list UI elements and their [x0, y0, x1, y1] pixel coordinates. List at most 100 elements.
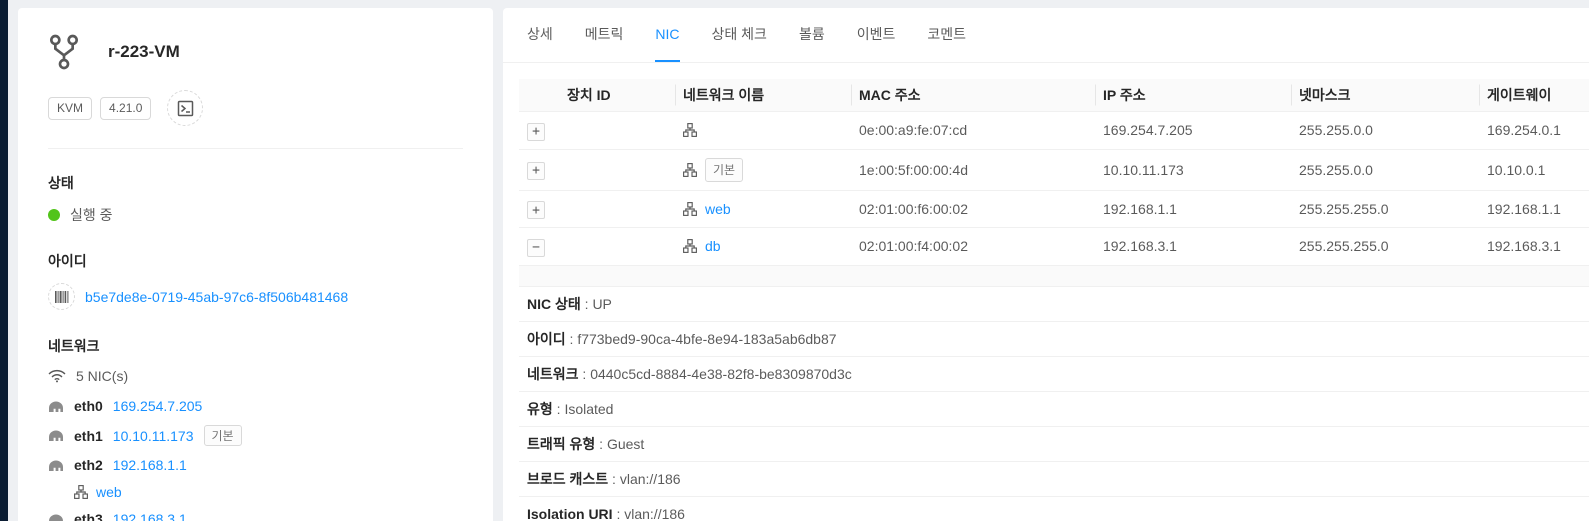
cell-mac: 1e:00:5f:00:00:4d [851, 149, 1095, 190]
detail-tabs: 상세 메트릭 NIC 상태 체크 볼륨 이벤트 코멘트 [503, 8, 1589, 63]
cell-netmask: 255.255.255.0 [1291, 228, 1479, 266]
cell-mac: 0e:00:a9:fe:07:cd [851, 112, 1095, 150]
wifi-icon [48, 369, 66, 383]
cell-gateway: 192.168.3.1 [1479, 228, 1589, 266]
col-netmask: 넷마스크 [1291, 79, 1479, 112]
nic-list-item: eth1 10.10.11.173 기본 [48, 425, 463, 446]
status-label: 상태 [48, 173, 463, 193]
nic-table-row: + 기본 1e:00:5f:00:00:4d 10.10.11.173 255.… [519, 149, 1589, 190]
cell-gateway: 169.254.0.1 [1479, 112, 1589, 150]
console-button[interactable] [167, 90, 203, 126]
status-section: 상태 실행 중 [48, 173, 463, 225]
id-label: 아이디 [48, 251, 463, 271]
nic-count: 5 NIC(s) [76, 368, 128, 384]
apartment-tree-icon [683, 202, 697, 216]
cell-ip: 10.10.11.173 [1095, 149, 1291, 190]
apartment-tree-icon [683, 239, 697, 253]
vm-uuid-link[interactable]: b5e7de8e-0719-45ab-97c6-8f506b481468 [85, 289, 348, 305]
status-value: 실행 중 [70, 205, 113, 225]
network-name-link[interactable]: db [705, 236, 721, 256]
nic-name: eth1 [74, 428, 103, 444]
version-tag: 4.21.0 [100, 97, 151, 120]
detail-item: NIC 상태 : UP [519, 287, 1589, 322]
tab-details[interactable]: 상세 [527, 8, 553, 62]
network-name-link[interactable]: web [705, 199, 731, 219]
nic-name: eth3 [74, 511, 103, 521]
tab-comments[interactable]: 코멘트 [927, 8, 966, 62]
status-running-dot [48, 209, 60, 221]
tab-events[interactable]: 이벤트 [857, 8, 896, 62]
cell-netmask: 255.255.0.0 [1291, 112, 1479, 150]
nic-table: 장치 ID 네트워크 이름 MAC 주소 IP 주소 넷마스크 게이트웨이 + [519, 79, 1589, 266]
nic-name: eth2 [74, 457, 103, 473]
nic-name: eth0 [74, 398, 103, 414]
divider [48, 148, 463, 149]
tab-health-check[interactable]: 상태 체크 [712, 8, 767, 62]
nic-list-item: eth2 192.168.1.1 [48, 457, 463, 473]
sidebar-edge [0, 0, 8, 521]
nic-ip-link[interactable]: 192.168.3.1 [113, 511, 187, 521]
cell-gateway: 10.10.0.1 [1479, 149, 1589, 190]
nic-table-row: − db 02:01:00:f4:00:02 192.168.3.1 255.2… [519, 228, 1589, 266]
detail-item: 유형 : Isolated [519, 392, 1589, 427]
ethernet-port-icon [48, 513, 64, 521]
default-nic-badge: 기본 [705, 158, 743, 182]
nic-detail-list: NIC 상태 : UP 아이디 : f773bed9-90ca-4bfe-8e9… [519, 287, 1589, 521]
cell-device-id [559, 112, 675, 150]
vm-badges: KVM 4.21.0 [48, 90, 463, 126]
cell-ip: 169.254.7.205 [1095, 112, 1291, 150]
vm-info-card: r-223-VM KVM 4.21.0 상태 실행 중 아이디 [18, 8, 493, 521]
ethernet-port-icon [48, 459, 64, 472]
cell-device-id [559, 228, 675, 266]
cell-device-id [559, 149, 675, 190]
id-section: 아이디 b5e7de8e-0719-45ab-97c6-8f506b481468 [48, 251, 463, 310]
nic-list-item: eth0 169.254.7.205 [48, 398, 463, 414]
col-expand [519, 79, 559, 112]
default-nic-badge: 기본 [204, 425, 242, 446]
nic-network-subitem: web [74, 484, 463, 500]
nic-table-container: 장치 ID 네트워크 이름 MAC 주소 IP 주소 넷마스크 게이트웨이 + [503, 63, 1589, 266]
detail-item: 트래픽 유형 : Guest [519, 427, 1589, 462]
nic-table-row: + 0e:00:a9:fe:07:cd 169.254.7.205 255.25… [519, 112, 1589, 150]
apartment-tree-icon [683, 123, 697, 137]
vm-title: r-223-VM [108, 42, 180, 62]
vm-detail-card: 상세 메트릭 NIC 상태 체크 볼륨 이벤트 코멘트 장치 ID 네트워크 이… [503, 8, 1589, 521]
col-mac: MAC 주소 [851, 79, 1095, 112]
cell-device-id [559, 190, 675, 228]
network-label: 네트워크 [48, 336, 463, 356]
nic-ip-link[interactable]: 192.168.1.1 [113, 457, 187, 473]
expand-row-button[interactable]: + [527, 201, 545, 219]
table-header-row: 장치 ID 네트워크 이름 MAC 주소 IP 주소 넷마스크 게이트웨이 [519, 79, 1589, 112]
apartment-tree-icon [683, 163, 697, 177]
barcode-icon [48, 283, 75, 310]
ethernet-port-icon [48, 400, 64, 413]
cell-gateway: 192.168.1.1 [1479, 190, 1589, 228]
virtual-router-fork-icon [48, 34, 80, 70]
col-ip: IP 주소 [1095, 79, 1291, 112]
vm-header: r-223-VM [48, 34, 463, 70]
detail-item: 네트워크 : 0440c5cd-8884-4e38-82f8-be8309870… [519, 357, 1589, 392]
expanded-row-spacer [519, 266, 1589, 287]
cell-netmask: 255.255.0.0 [1291, 149, 1479, 190]
tab-volumes[interactable]: 볼륨 [799, 8, 825, 62]
cell-netmask: 255.255.255.0 [1291, 190, 1479, 228]
ethernet-port-icon [48, 429, 64, 442]
col-device-id: 장치 ID [559, 79, 675, 112]
nic-ip-link[interactable]: 10.10.11.173 [113, 428, 194, 444]
col-gateway: 게이트웨이 [1479, 79, 1589, 112]
nic-list-item: eth3 192.168.3.1 [48, 511, 463, 521]
collapse-row-button[interactable]: − [527, 239, 545, 257]
detail-item: Isolation URI : vlan://186 [519, 497, 1589, 521]
col-network-name: 네트워크 이름 [675, 79, 851, 112]
expand-row-button[interactable]: + [527, 162, 545, 180]
cell-mac: 02:01:00:f4:00:02 [851, 228, 1095, 266]
tab-nic[interactable]: NIC [655, 8, 679, 62]
nic-ip-link[interactable]: 169.254.7.205 [113, 398, 203, 414]
tab-metrics[interactable]: 메트릭 [585, 8, 624, 62]
expand-row-button[interactable]: + [527, 123, 545, 141]
nic-table-row: + web 02:01:00:f6:00:02 192.168.1.1 255.… [519, 190, 1589, 228]
terminal-code-icon [177, 100, 194, 117]
cell-ip: 192.168.3.1 [1095, 228, 1291, 266]
network-name-link[interactable]: web [96, 484, 122, 500]
network-section: 네트워크 5 NIC(s) eth0 169.254.7.205 [48, 336, 463, 521]
